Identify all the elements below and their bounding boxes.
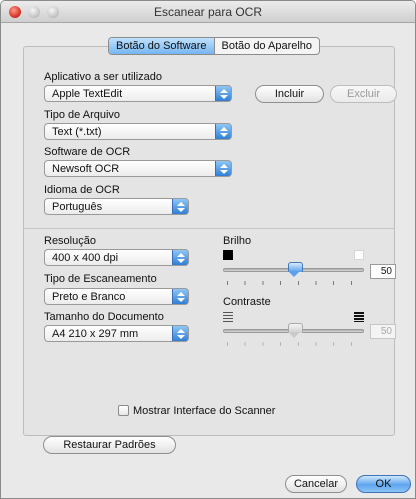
document-size-select-value: A4 210 x 297 mm — [52, 328, 139, 340]
show-scanner-interface-label[interactable]: Mostrar Interface do Scanner — [133, 405, 275, 417]
popup-arrows-icon — [172, 289, 188, 304]
ok-button[interactable]: OK — [356, 475, 411, 493]
add-application-button[interactable]: Incluir — [255, 85, 324, 103]
ocr-software-select[interactable]: Newsoft OCR — [44, 160, 232, 177]
brightness-slider[interactable] — [223, 262, 364, 289]
ocr-software-select-value: Newsoft OCR — [52, 163, 120, 175]
window-title: Escanear para OCR — [153, 5, 263, 19]
tab-bar: Botão do Software Botão do Aparelho — [108, 37, 321, 55]
application-select-value: Apple TextEdit — [52, 88, 123, 100]
popup-arrows-icon — [172, 250, 188, 265]
title-bar[interactable]: Escanear para OCR — [1, 1, 415, 23]
popup-arrows-icon — [215, 86, 231, 101]
tab-device-button[interactable]: Botão do Aparelho — [213, 38, 320, 54]
resolution-select-value: 400 x 400 dpi — [52, 252, 119, 264]
ocr-software-label: Software de OCR — [44, 146, 131, 158]
brightness-label: Brilho — [223, 235, 252, 247]
section-divider — [23, 228, 395, 229]
resolution-label: Resolução — [44, 235, 96, 247]
scan-to-ocr-dialog: Escanear para OCR Botão do Software Botã… — [0, 0, 416, 499]
document-size-select[interactable]: A4 210 x 297 mm — [44, 325, 189, 342]
brightness-slider-thumb[interactable] — [288, 262, 303, 278]
popup-arrows-icon — [215, 124, 231, 139]
scan-type-select[interactable]: Preto e Branco — [44, 288, 189, 305]
ocr-language-label: Idioma de OCR — [44, 184, 120, 196]
restore-defaults-button[interactable]: Restaurar Padrões — [43, 436, 176, 454]
light-square-icon — [354, 250, 364, 260]
cancel-button[interactable]: Cancelar — [285, 475, 347, 493]
application-label: Aplicativo a ser utilizado — [44, 71, 163, 83]
file-type-select[interactable]: Text (*.txt) — [44, 123, 232, 140]
remove-application-button[interactable]: Excluir — [330, 85, 397, 103]
file-type-select-value: Text (*.txt) — [52, 126, 102, 138]
slider-ticks — [227, 342, 360, 346]
scan-type-select-value: Preto e Branco — [52, 291, 126, 303]
dark-square-icon — [223, 250, 233, 260]
slider-ticks — [227, 281, 360, 285]
contrast-value-field[interactable]: 50 — [370, 324, 396, 339]
scan-type-label: Tipo de Escaneamento — [44, 273, 157, 285]
file-type-label: Tipo de Arquivo — [44, 109, 121, 121]
ocr-language-select-value: Português — [52, 201, 103, 213]
contrast-slider-thumb[interactable] — [288, 323, 303, 339]
resolution-select[interactable]: 400 x 400 dpi — [44, 249, 189, 266]
high-contrast-icon — [354, 312, 364, 322]
tab-software-button[interactable]: Botão do Software — [109, 38, 214, 54]
contrast-label: Contraste — [223, 296, 271, 308]
show-scanner-interface-checkbox[interactable] — [118, 405, 129, 416]
low-contrast-icon — [223, 312, 233, 322]
application-select[interactable]: Apple TextEdit — [44, 85, 232, 102]
popup-arrows-icon — [172, 326, 188, 341]
brightness-value-field[interactable]: 50 — [370, 264, 396, 279]
popup-arrows-icon — [172, 199, 188, 214]
popup-arrows-icon — [215, 161, 231, 176]
ocr-language-select[interactable]: Português — [44, 198, 189, 215]
contrast-slider[interactable] — [223, 323, 364, 350]
document-size-label: Tamanho do Documento — [44, 311, 164, 323]
